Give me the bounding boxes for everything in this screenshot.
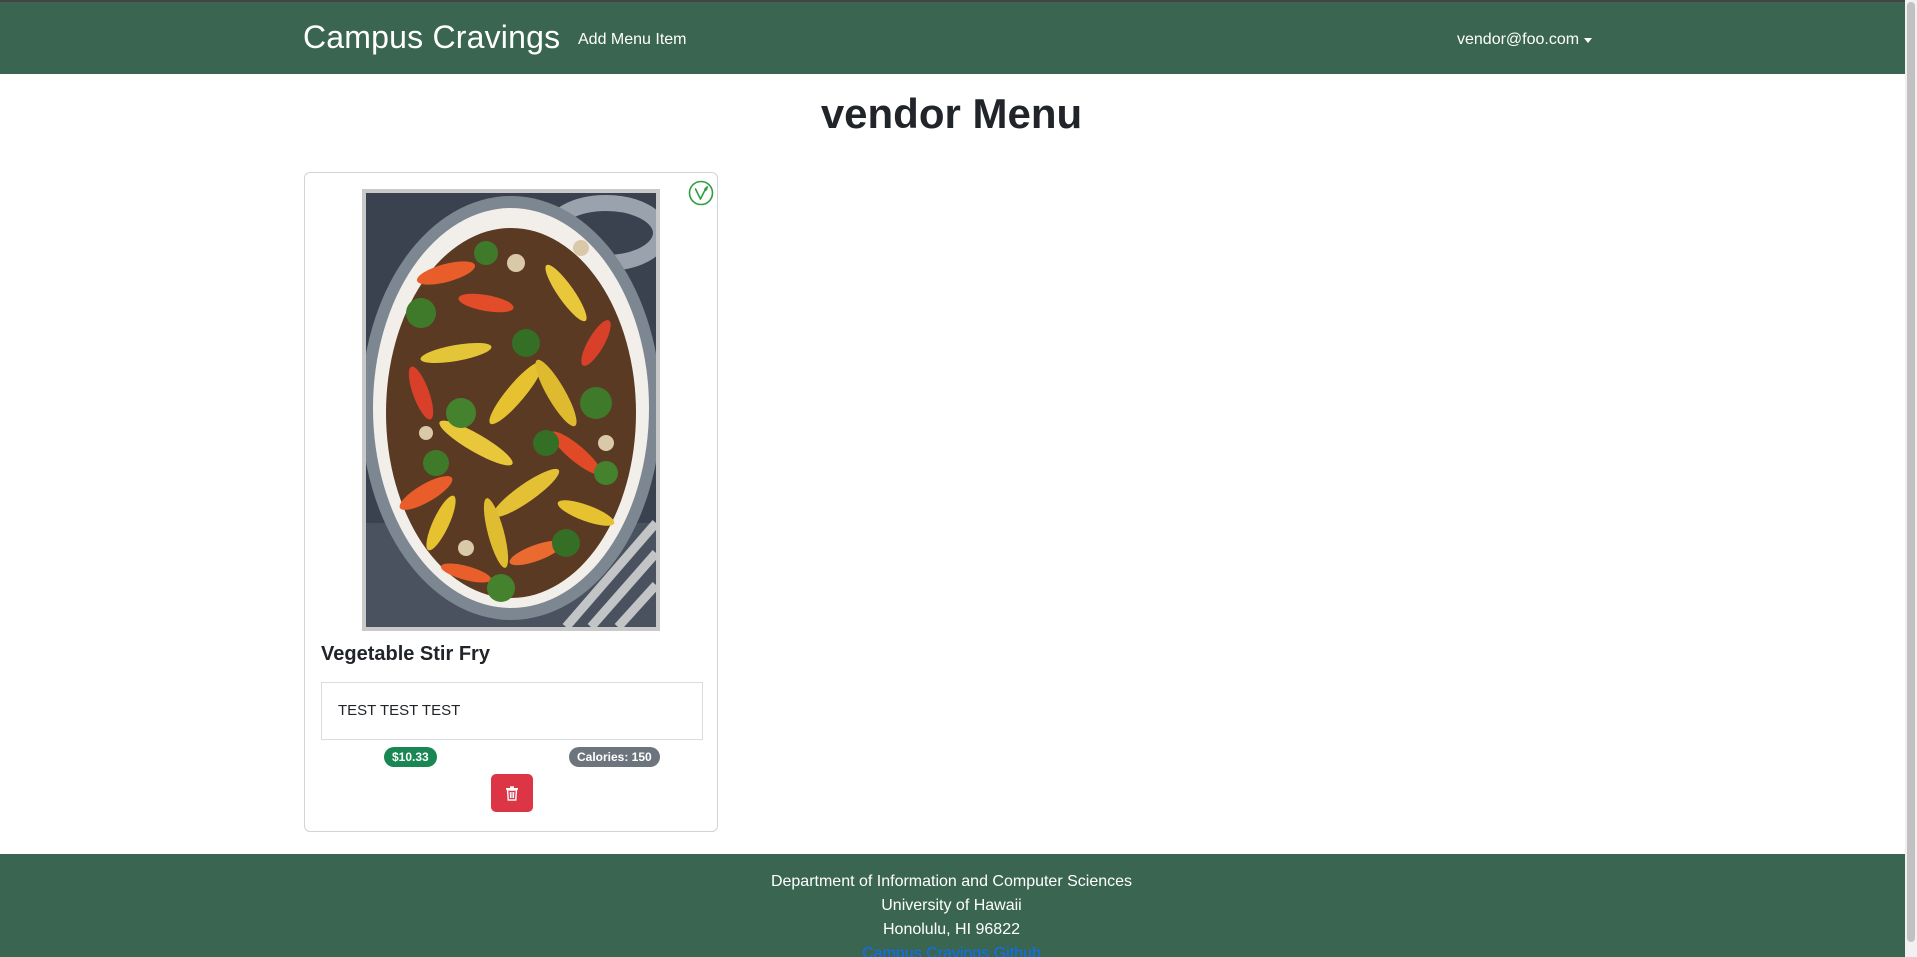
- footer-department: Department of Information and Computer S…: [770, 873, 1133, 890]
- chevron-down-icon: [1584, 38, 1593, 43]
- user-dropdown[interactable]: vendor@foo.com: [1457, 31, 1593, 49]
- food-image: [362, 189, 660, 631]
- calories-badge: Calories: 150: [569, 747, 660, 767]
- github-link[interactable]: Campus Cravings Github: [862, 945, 1041, 957]
- menu-item-card: Vegetable Stir Fry TEST TEST TEST $10.33…: [304, 172, 718, 832]
- menu-item-name: Vegetable Stir Fry: [321, 643, 490, 665]
- footer-university: University of Hawaii: [881, 897, 1022, 914]
- page: Campus Cravings Add Menu Item vendor@foo…: [0, 0, 1917, 957]
- user-email: vendor@foo.com: [1457, 31, 1580, 48]
- price-badge: $10.33: [384, 747, 437, 767]
- footer-address: Honolulu, HI 96822: [883, 921, 1020, 938]
- brand-link[interactable]: Campus Cravings: [303, 19, 560, 56]
- vertical-scrollbar[interactable]: [1905, 0, 1917, 957]
- footer: Department of Information and Computer S…: [0, 854, 1905, 957]
- scrollbar-thumb[interactable]: [1907, 2, 1915, 942]
- menu-item-description: TEST TEST TEST: [321, 682, 703, 740]
- delete-button[interactable]: [491, 774, 533, 812]
- trash-icon: [506, 786, 518, 801]
- navbar: Campus Cravings Add Menu Item vendor@foo…: [0, 2, 1905, 74]
- page-title: vendor Menu: [820, 90, 1083, 137]
- vegan-leaf-icon: [688, 180, 714, 206]
- add-menu-item-link[interactable]: Add Menu Item: [578, 31, 687, 49]
- stir-fry-photo: [366, 193, 656, 627]
